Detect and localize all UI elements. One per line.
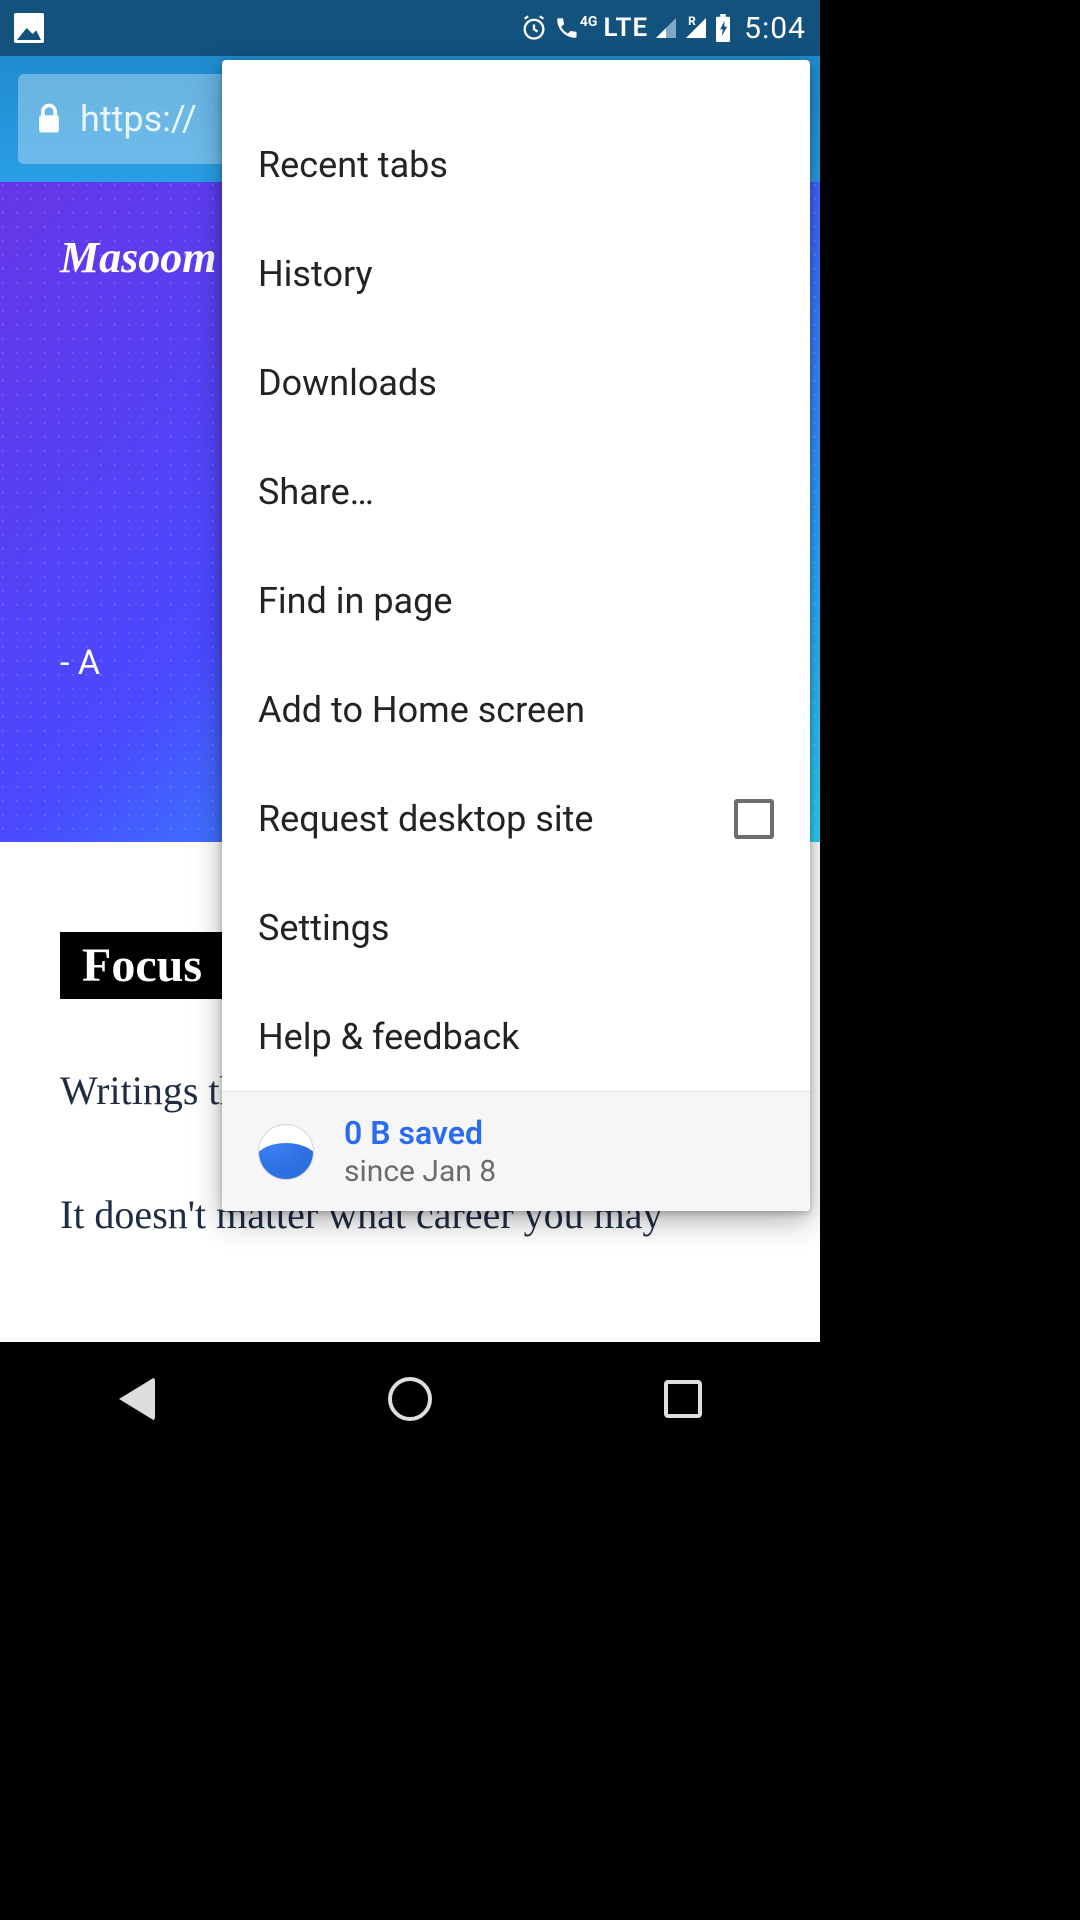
menu-item-label: Add to Home screen [258,689,585,731]
status-bar: 4G LTE R 5:04 [0,0,820,56]
signal-2-icon: R [684,16,708,40]
data-saver-icon [258,1124,314,1180]
alarm-icon [520,14,548,42]
system-nav-bar [0,1342,820,1456]
menu-item-label: Request desktop site [258,798,593,840]
menu-item-recent-tabs[interactable]: Recent tabs [222,110,810,219]
menu-item-label: Bookmarks [258,60,440,62]
network-type-label: LTE [603,13,648,43]
home-button[interactable] [380,1369,440,1429]
menu-item-label: History [258,253,373,295]
home-icon [388,1377,432,1421]
menu-item-request-desktop[interactable]: Request desktop site [222,764,810,873]
data-saved-amount: 0 B saved [344,1114,496,1152]
menu-item-label: Downloads [258,362,437,404]
recents-button[interactable] [653,1369,713,1429]
menu-item-add-to-home[interactable]: Add to Home screen [222,655,810,764]
menu-item-find-in-page[interactable]: Find in page [222,546,810,655]
menu-item-share[interactable]: Share… [222,437,810,546]
menu-item-history[interactable]: History [222,219,810,328]
back-icon [119,1377,155,1421]
menu-item-downloads[interactable]: Downloads [222,328,810,437]
battery-charging-icon [714,14,732,42]
article-tag: Focus [60,932,224,999]
signal-1-icon [654,16,678,40]
menu-item-label: Help & feedback [258,1016,519,1058]
status-clock: 5:04 [744,11,806,46]
menu-item-help-feedback[interactable]: Help & feedback [222,982,810,1091]
menu-item-bookmarks[interactable]: Bookmarks [222,60,810,110]
recents-icon [664,1380,702,1418]
data-saved-since: since Jan 8 [344,1154,496,1189]
menu-data-saver[interactable]: 0 B saved since Jan 8 [222,1091,810,1211]
browser-overflow-menu: Bookmarks Recent tabs History Downloads … [222,60,810,1211]
phone-4g-icon: 4G [554,15,598,41]
menu-item-settings[interactable]: Settings [222,873,810,982]
menu-item-label: Share… [258,471,374,513]
menu-item-label: Find in page [258,580,452,622]
gallery-notification-icon [14,13,44,43]
menu-item-label: Settings [258,907,389,949]
url-text: https:// [80,98,197,140]
menu-item-label: Recent tabs [258,144,448,186]
back-button[interactable] [107,1369,167,1429]
lock-icon [36,103,62,135]
desktop-site-checkbox[interactable] [734,799,774,839]
